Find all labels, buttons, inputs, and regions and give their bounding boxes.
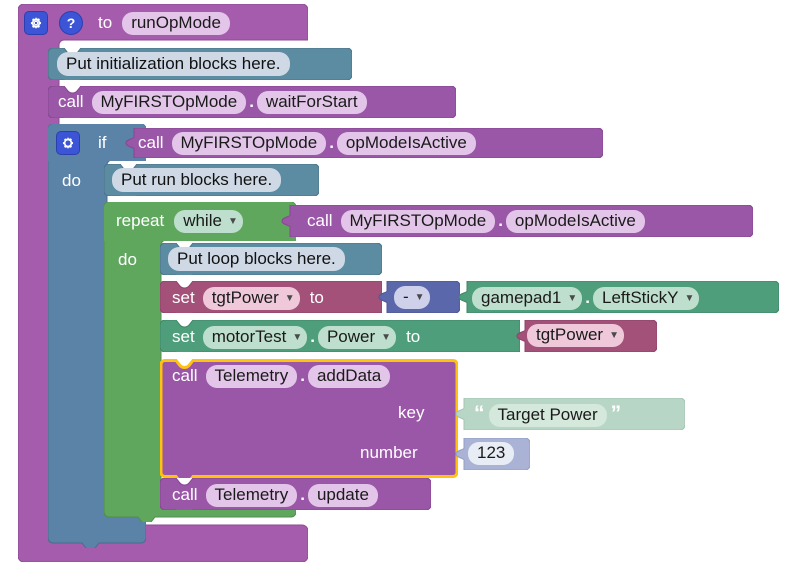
motor-property-dropdown[interactable]: Power ▼: [317, 325, 397, 349]
if-condition-row[interactable]: call MyFIRSTOpMode . opModeIsActive: [134, 130, 476, 156]
call-dot: .: [300, 485, 305, 504]
repeat-label: repeat: [116, 211, 165, 230]
call-label: call: [172, 366, 198, 385]
telemetry-number-label: number: [360, 443, 418, 462]
chevron-down-icon: ▼: [227, 215, 238, 227]
chevron-down-icon: ▼: [284, 292, 295, 304]
if-label: if: [98, 133, 107, 152]
set-tgtpower-to-label: to: [309, 288, 324, 307]
gamepad-dot: .: [585, 288, 590, 307]
call-label: call: [138, 133, 164, 152]
gear-icon[interactable]: [56, 131, 80, 155]
call-object-field[interactable]: MyFIRSTOpMode: [171, 131, 327, 155]
call-object-field[interactable]: Telemetry: [205, 364, 298, 388]
telemetry-update-row[interactable]: call Telemetry . update: [168, 482, 378, 508]
variable-get-tgtpower-value: tgtPower: [536, 325, 604, 344]
gear-icon[interactable]: [24, 11, 48, 35]
comment-loop-text: Put loop blocks here.: [168, 247, 345, 271]
gamepad-property-dropdown[interactable]: LeftStickY ▼: [592, 286, 700, 310]
procedure-to-label: to: [98, 13, 113, 32]
text-value-field[interactable]: Target Power: [488, 403, 607, 427]
procedure-name-field[interactable]: runOpMode: [122, 11, 230, 35]
gamepad-object-dropdown[interactable]: gamepad1 ▼: [472, 286, 583, 310]
close-quote-icon: ”: [610, 401, 622, 425]
repeat-row[interactable]: repeat while ▼: [112, 207, 243, 235]
repeat-mode-value: while: [183, 210, 222, 230]
procedure-header-row[interactable]: ? to runOpMode: [24, 9, 294, 37]
repeat-mode-dropdown[interactable]: while ▼: [174, 209, 243, 233]
set-label: set: [172, 288, 195, 307]
call-label: call: [58, 92, 84, 111]
chevron-down-icon: ▼: [684, 292, 695, 304]
call-dot: .: [498, 211, 503, 230]
motor-device-value: motorTest: [211, 326, 287, 346]
call-object-field[interactable]: MyFIRSTOpMode: [340, 209, 496, 233]
call-waitforstart-row[interactable]: call MyFIRSTOpMode . waitForStart: [54, 89, 367, 115]
call-dot: .: [249, 92, 254, 111]
chevron-down-icon: ▼: [567, 292, 578, 304]
blockly-workspace[interactable]: ? to runOpMode Put initialization blocks…: [0, 0, 799, 581]
call-label: call: [307, 211, 333, 230]
math-negate-dropdown[interactable]: - ▼: [394, 286, 430, 309]
help-icon[interactable]: ?: [59, 11, 83, 35]
number-value-field[interactable]: 123: [468, 442, 515, 465]
call-method-field[interactable]: opModeIsActive: [505, 209, 645, 233]
call-dot: .: [329, 133, 334, 152]
math-negate-value: -: [403, 287, 409, 306]
chevron-down-icon: ▼: [292, 331, 303, 343]
motor-dot: .: [310, 327, 315, 346]
comment-run-text: Put run blocks here.: [112, 168, 282, 192]
chevron-down-icon: ▼: [381, 331, 392, 343]
variable-get-tgtpower-dropdown[interactable]: tgtPower ▼: [527, 324, 624, 347]
set-tgtpower-variable-dropdown[interactable]: tgtPower ▼: [202, 286, 300, 310]
set-label: set: [172, 327, 195, 346]
call-label: call: [172, 485, 198, 504]
set-tgtpower-row[interactable]: set tgtPower ▼ to: [168, 285, 328, 311]
chevron-down-icon: ▼: [609, 330, 619, 341]
call-method-field[interactable]: update: [307, 483, 378, 507]
if-do-label: do: [62, 171, 81, 190]
call-dot: .: [300, 366, 305, 385]
call-method-field[interactable]: addData: [307, 364, 391, 388]
set-tgtpower-variable-value: tgtPower: [211, 287, 279, 307]
telemetry-key-label: key: [398, 403, 425, 422]
gear-icon-glyph: [30, 17, 42, 29]
repeat-condition-row[interactable]: call MyFIRSTOpMode . opModeIsActive: [303, 208, 645, 234]
comment-init-text: Put initialization blocks here.: [57, 52, 290, 76]
gamepad-object-value: gamepad1: [481, 287, 562, 307]
call-method-field[interactable]: opModeIsActive: [336, 131, 476, 155]
text-block-row[interactable]: “ Target Power ”: [470, 402, 625, 428]
chevron-down-icon: ▼: [414, 292, 425, 303]
gamepad-property-value: LeftStickY: [601, 287, 679, 307]
call-object-field[interactable]: MyFIRSTOpMode: [91, 90, 247, 114]
repeat-do-label: do: [118, 250, 137, 269]
telemetry-adddata-header-row[interactable]: call Telemetry . addData: [168, 363, 391, 389]
gamepad-property-row[interactable]: gamepad1 ▼ . LeftStickY ▼: [472, 285, 700, 311]
set-motor-power-row[interactable]: set motorTest ▼ . Power ▼ to: [168, 324, 424, 350]
if-row[interactable]: if: [56, 130, 111, 156]
gear-icon-glyph: [62, 137, 74, 149]
call-object-field[interactable]: Telemetry: [205, 483, 298, 507]
open-quote-icon: “: [474, 401, 485, 425]
motor-to-label: to: [406, 327, 421, 346]
call-method-field[interactable]: waitForStart: [256, 90, 367, 114]
motor-device-dropdown[interactable]: motorTest ▼: [202, 325, 308, 349]
motor-property-value: Power: [326, 326, 376, 346]
